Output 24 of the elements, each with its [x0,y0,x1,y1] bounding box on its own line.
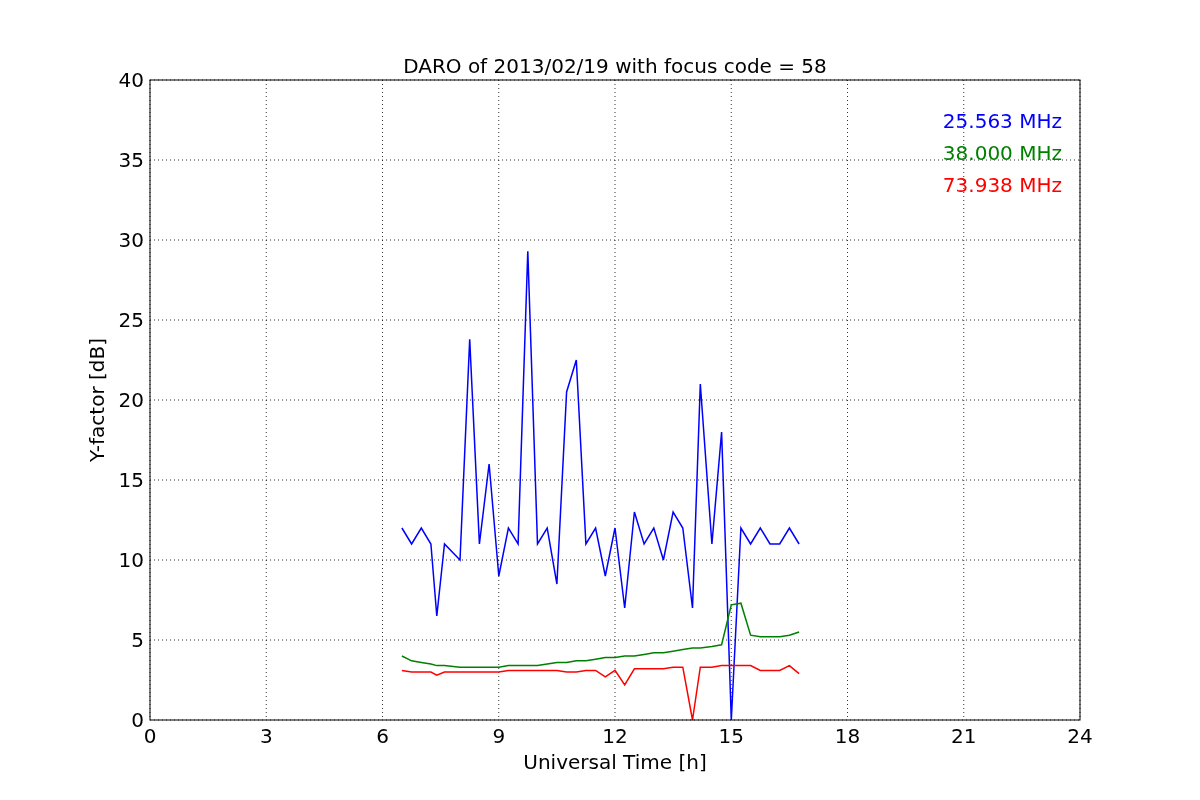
y-tick-label: 35 [118,148,144,172]
y-tick-label: 5 [131,628,144,652]
x-tick-label: 12 [602,724,628,748]
y-tick-label: 25 [118,308,144,332]
x-tick-label: 15 [718,724,744,748]
y-axis-label: Y-factor [dB] [85,338,109,462]
x-tick-label: 24 [1067,724,1093,748]
y-tick-label: 20 [118,388,144,412]
legend-label: 38.000 MHz [942,141,1062,165]
x-tick-label: 3 [259,724,273,748]
legend-label: 73.938 MHz [942,173,1062,197]
x-tick-label: 9 [492,724,506,748]
x-tick-label: 6 [376,724,389,748]
legend-label: 25.563 MHz [942,109,1062,133]
x-tick-label: 21 [951,724,977,748]
y-tick-label: 10 [118,548,144,572]
x-axis-label: Universal Time [h] [523,750,707,774]
y-tick-label: 40 [118,68,144,92]
x-tick-label: 0 [143,724,157,748]
chart-title: DARO of 2013/02/19 with focus code = 58 [403,54,827,78]
y-tick-label: 0 [131,708,144,732]
y-tick-label: 15 [118,468,144,492]
x-tick-label: 18 [834,724,861,748]
y-tick-label: 30 [118,228,144,252]
